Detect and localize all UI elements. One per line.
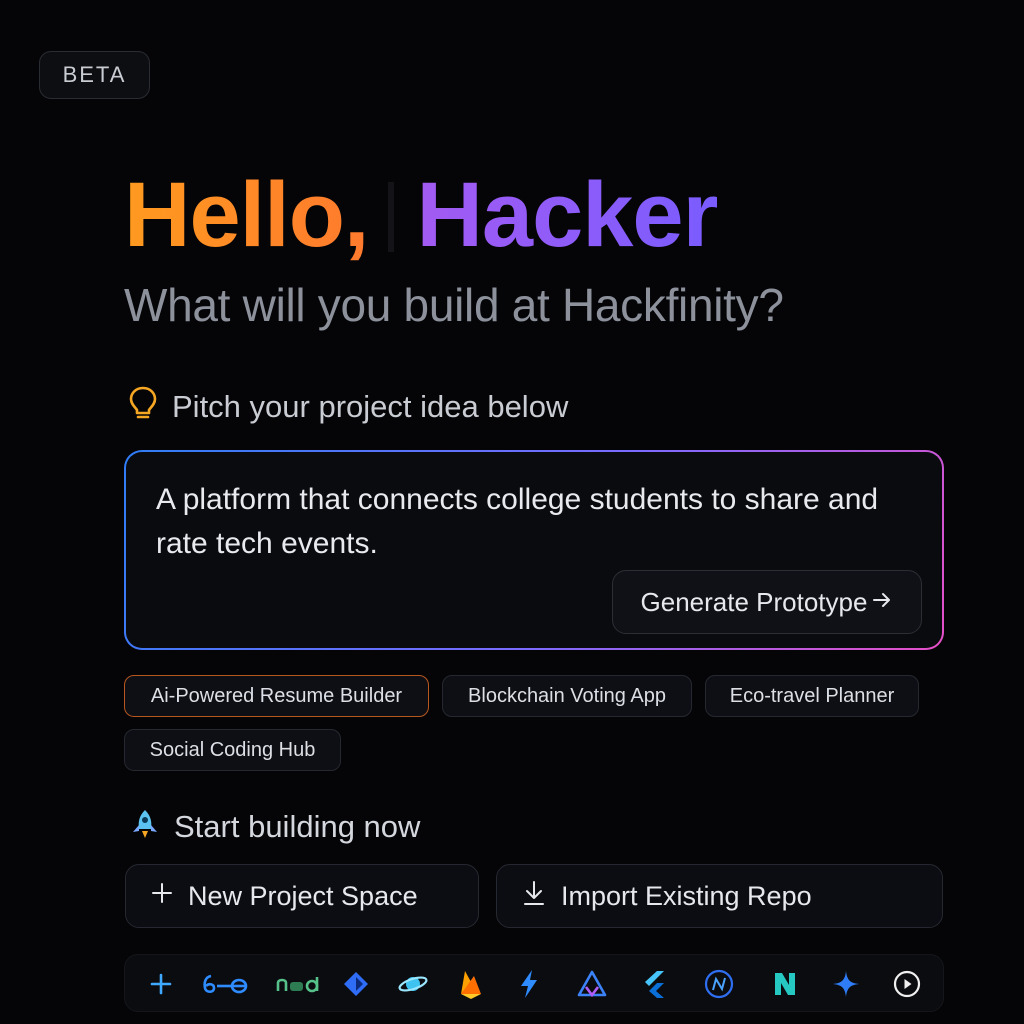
lightbulb-icon — [128, 386, 158, 427]
idea-input-value[interactable]: A platform that connects college student… — [156, 478, 916, 566]
new-project-space-button[interactable]: New Project Space — [125, 864, 479, 928]
new-project-space-label: New Project Space — [188, 880, 418, 911]
play-circle-icon[interactable] — [887, 964, 927, 1004]
rocket-icon — [130, 808, 160, 845]
diamond-logo-icon[interactable] — [336, 964, 376, 1004]
start-building-label: Start building now — [174, 808, 421, 844]
circle-n-logo-icon[interactable] — [699, 964, 739, 1004]
hero-heading: Hello, Hacker — [124, 160, 718, 270]
user-name-text: Hacker — [416, 164, 718, 266]
plus-icon — [150, 881, 174, 912]
generate-prototype-button[interactable]: Generate Prototype — [612, 570, 922, 634]
sixty-six-logo-icon[interactable] — [200, 964, 252, 1004]
idea-input-frame: A platform that connects college student… — [124, 450, 944, 650]
triangle-logo-icon[interactable] — [572, 964, 612, 1004]
node-logo-icon[interactable] — [271, 964, 323, 1004]
suggestion-chip[interactable]: Eco-travel Planner — [705, 675, 919, 717]
generate-prototype-label: Generate Prototype — [640, 586, 868, 617]
flutter-logo-icon[interactable] — [633, 964, 673, 1004]
greeting-text: Hello, — [124, 164, 369, 266]
planet-logo-icon[interactable] — [393, 964, 433, 1004]
suggestion-chip[interactable]: Blockchain Voting App — [442, 675, 692, 717]
suggestion-chip[interactable]: Ai-Powered Resume Builder — [124, 675, 429, 717]
arrow-right-icon — [871, 587, 893, 618]
pitch-section-header: Pitch your project idea below — [128, 386, 568, 427]
text-caret — [388, 182, 395, 252]
suggestion-chip[interactable]: Social Coding Hub — [124, 729, 341, 771]
firebase-logo-icon[interactable] — [451, 964, 491, 1004]
page-subtitle: What will you build at Hackfinity? — [124, 279, 784, 331]
n-logo-icon[interactable] — [765, 964, 805, 1004]
idea-input[interactable]: A platform that connects college student… — [126, 452, 942, 648]
bolt-logo-icon[interactable] — [509, 964, 549, 1004]
start-building-header: Start building now — [130, 808, 420, 845]
import-existing-repo-button[interactable]: Import Existing Repo — [496, 864, 943, 928]
sparkle-icon[interactable] — [826, 964, 866, 1004]
download-icon — [521, 879, 547, 914]
integrations-toolbar — [124, 954, 944, 1012]
import-existing-repo-label: Import Existing Repo — [561, 880, 812, 911]
plus-icon[interactable] — [141, 964, 181, 1004]
pitch-label: Pitch your project idea below — [172, 388, 569, 424]
beta-badge: BETA — [39, 51, 150, 99]
